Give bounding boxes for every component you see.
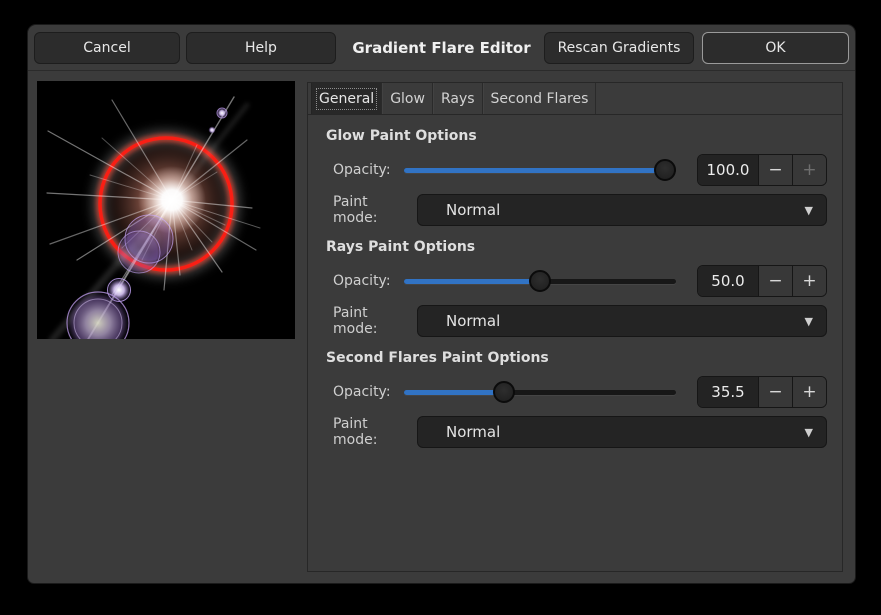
section-title: Glow Paint Options (326, 128, 827, 144)
second-flares-opacity-decrease-button[interactable]: − (758, 377, 792, 407)
second-flares-opacity-spinbox: 35.5 − + (697, 376, 827, 408)
glow-opacity-increase-button[interactable]: + (792, 155, 826, 185)
rays-paint-mode-dropdown[interactable]: Normal ▼ (417, 305, 827, 337)
tab-second-flares-label: Second Flares (491, 91, 589, 107)
editor-notebook: General Glow Rays Second Flares Glow Pai… (307, 82, 843, 572)
second-flares-opacity-increase-button[interactable]: + (792, 377, 826, 407)
help-button[interactable]: Help (186, 32, 336, 64)
plus-icon: + (802, 160, 816, 180)
slider-fill (404, 279, 540, 284)
opacity-row: Opacity: 100.0 − (333, 154, 827, 186)
rescan-gradients-button[interactable]: Rescan Gradients (544, 32, 694, 64)
minus-icon: − (768, 271, 782, 291)
paint-mode-label: Paint mode: (333, 416, 410, 448)
plus-icon: + (802, 382, 816, 402)
opacity-row: Opacity: 50.0 − (333, 265, 827, 297)
second-flares-opacity-slider[interactable] (404, 376, 676, 408)
glow-opacity-slider[interactable] (404, 154, 676, 186)
slider-track[interactable] (404, 168, 676, 173)
rays-opacity-increase-button[interactable]: + (792, 266, 826, 296)
tab-glow[interactable]: Glow (382, 83, 433, 114)
minus-icon: − (768, 382, 782, 402)
opacity-row: Opacity: 35.5 − (333, 376, 827, 408)
slider-fill (404, 168, 665, 173)
rays-opacity-decrease-button[interactable]: − (758, 266, 792, 296)
flare-preview (37, 81, 295, 339)
rays-opacity-value[interactable]: 50.0 (698, 266, 758, 296)
slider-handle[interactable] (493, 381, 515, 403)
paint-mode-row: Paint mode: Normal ▼ (333, 305, 827, 337)
header-bar: Gradient Flare Editor Cancel Help Rescan… (28, 25, 855, 71)
opacity-label: Opacity: (333, 162, 397, 178)
tab-bar: General Glow Rays Second Flares (308, 83, 842, 115)
section-glow-paint-options: Glow Paint Options Opacity: 100.0 (326, 128, 827, 226)
glow-opacity-spinbox: 100.0 − + (697, 154, 827, 186)
slider-fill (404, 390, 504, 395)
paint-mode-value: Normal (446, 423, 500, 441)
rays-opacity-spinbox: 50.0 − + (697, 265, 827, 297)
chevron-down-icon: ▼ (805, 315, 813, 328)
tab-general-label: General (319, 91, 374, 107)
tab-rays[interactable]: Rays (433, 83, 483, 114)
section-second-flares-paint-options: Second Flares Paint Options Opacity: 35.… (326, 350, 827, 448)
opacity-label: Opacity: (333, 273, 397, 289)
gradient-flare-editor-window: Gradient Flare Editor Cancel Help Rescan… (28, 25, 855, 583)
section-title: Second Flares Paint Options (326, 350, 827, 366)
cancel-button[interactable]: Cancel (34, 32, 180, 64)
rays-opacity-slider[interactable] (404, 265, 676, 297)
paint-mode-label: Paint mode: (333, 194, 410, 226)
minus-icon: − (768, 160, 782, 180)
glow-opacity-value[interactable]: 100.0 (698, 155, 758, 185)
plus-icon: + (802, 271, 816, 291)
second-flares-paint-mode-dropdown[interactable]: Normal ▼ (417, 416, 827, 448)
glow-opacity-decrease-button[interactable]: − (758, 155, 792, 185)
slider-handle[interactable] (529, 270, 551, 292)
dialog-body: General Glow Rays Second Flares Glow Pai… (28, 71, 855, 582)
glow-paint-mode-dropdown[interactable]: Normal ▼ (417, 194, 827, 226)
tab-second-flares[interactable]: Second Flares (483, 83, 597, 114)
paint-mode-value: Normal (446, 201, 500, 219)
paint-mode-row: Paint mode: Normal ▼ (333, 194, 827, 226)
slider-handle[interactable] (654, 159, 676, 181)
tab-general[interactable]: General (311, 83, 382, 114)
opacity-label: Opacity: (333, 384, 397, 400)
general-tab-content: Glow Paint Options Opacity: 100.0 (308, 115, 842, 448)
paint-mode-row: Paint mode: Normal ▼ (333, 416, 827, 448)
paint-mode-value: Normal (446, 312, 500, 330)
flare-preview-image (37, 81, 295, 339)
chevron-down-icon: ▼ (805, 204, 813, 217)
second-flares-opacity-value[interactable]: 35.5 (698, 377, 758, 407)
section-rays-paint-options: Rays Paint Options Opacity: 50.0 (326, 239, 827, 337)
paint-mode-label: Paint mode: (333, 305, 410, 337)
section-title: Rays Paint Options (326, 239, 827, 255)
slider-track[interactable] (404, 390, 676, 395)
tab-glow-label: Glow (390, 91, 425, 107)
chevron-down-icon: ▼ (805, 426, 813, 439)
tab-rays-label: Rays (441, 91, 475, 107)
ok-button[interactable]: OK (702, 32, 849, 64)
